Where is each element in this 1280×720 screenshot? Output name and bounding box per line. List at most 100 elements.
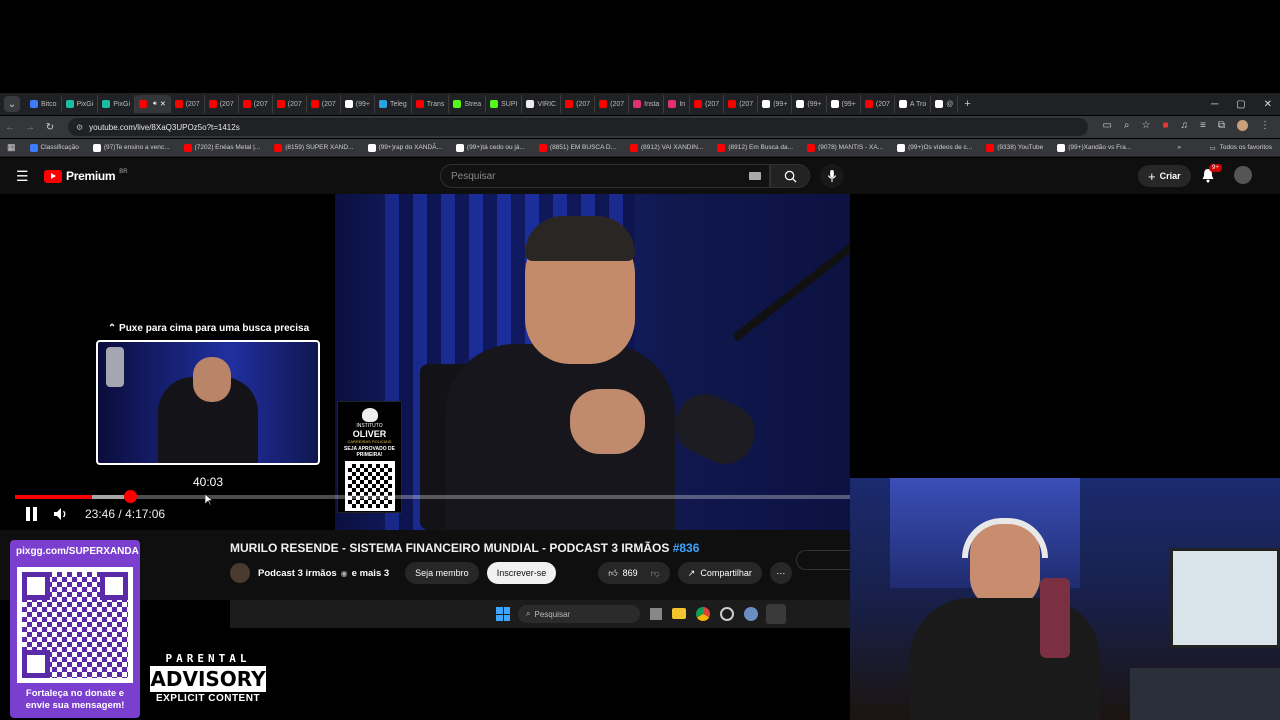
extension-icon[interactable]: ■ xyxy=(1162,120,1168,131)
tab[interactable]: (207 xyxy=(239,95,273,113)
tab[interactable]: (207 xyxy=(307,95,341,113)
tab[interactable]: (207 xyxy=(561,95,596,113)
tab[interactable]: (207 xyxy=(273,95,307,113)
bookmark-item[interactable]: (8912) VAI XANDIN... xyxy=(623,143,710,152)
bookmark-item[interactable]: (8159) SUPER XAND... xyxy=(267,143,360,152)
subscribe-button[interactable]: Inscrever-se xyxy=(486,562,557,584)
new-tab-button[interactable]: + xyxy=(964,98,970,110)
more-menu-icon[interactable]: ⋮ xyxy=(1260,120,1270,131)
progress-bar[interactable] xyxy=(15,495,850,499)
task-view-icon[interactable] xyxy=(650,608,662,620)
tab[interactable]: (207 xyxy=(595,95,630,113)
pause-button[interactable] xyxy=(26,507,37,521)
create-button[interactable]: + Criar xyxy=(1138,165,1191,187)
bookmark-item[interactable]: (8851) EM BUSCA D... xyxy=(532,143,623,152)
tab[interactable]: (207 xyxy=(724,95,759,113)
tab[interactable]: Strea xyxy=(449,95,487,113)
share-button[interactable]: ↗ Compartilhar xyxy=(677,562,762,584)
more-bookmarks-icon[interactable]: » xyxy=(1170,144,1188,151)
bookmark-item[interactable]: (9338) YouTube xyxy=(979,143,1050,152)
bookmark-item[interactable]: (99+)rap do XANDÃ... xyxy=(361,143,449,152)
zoom-icon[interactable]: ⌕ xyxy=(1124,120,1130,131)
chrome-icon[interactable] xyxy=(696,607,710,621)
minimize-icon[interactable]: ─ xyxy=(1211,99,1218,110)
tab-close-icon[interactable]: ✕ xyxy=(160,100,166,108)
tab-active[interactable]: 🔊︎ ✕ xyxy=(135,95,171,113)
tab[interactable]: @ xyxy=(931,95,959,113)
bookmark-item[interactable]: (8912) Em Busca da... xyxy=(710,143,800,152)
tab[interactable]: (207 xyxy=(171,95,205,113)
address-bar[interactable]: ⚙ youtube.com/live/8XaQ3UPOz5o?t=1412s xyxy=(68,118,1088,136)
keyboard-icon[interactable] xyxy=(749,172,761,180)
file-explorer-icon[interactable] xyxy=(672,608,686,619)
tab-media-icon[interactable]: ♫ xyxy=(1181,120,1189,131)
tab[interactable]: (99+ xyxy=(827,95,861,113)
tab[interactable]: (207 xyxy=(861,95,895,113)
bookmark-item[interactable]: Classificação xyxy=(23,143,86,152)
menu-bars-icon[interactable]: ≡ xyxy=(1200,120,1206,131)
profile-avatar[interactable] xyxy=(1237,120,1248,131)
notifications-button[interactable]: 9+ xyxy=(1201,164,1222,188)
channel-avatar[interactable] xyxy=(230,563,250,583)
tab-favicon-icon xyxy=(728,100,737,108)
bookmark-star-icon[interactable]: ☆ xyxy=(1142,120,1151,131)
back-icon[interactable]: ← xyxy=(0,122,20,133)
dislike-icon[interactable]: 👎︎ xyxy=(651,568,660,579)
channel-collaborators[interactable]: e mais 3 xyxy=(352,568,390,579)
bookmark-item[interactable]: (97)Te ensino a venc... xyxy=(86,143,177,152)
search-button[interactable] xyxy=(770,164,810,188)
join-button[interactable]: Seja membro xyxy=(405,562,479,584)
tab[interactable]: PixGi xyxy=(98,95,136,113)
bookmark-item[interactable]: (99+)Xandão vs Fra... xyxy=(1050,143,1138,152)
apps-grid-icon[interactable]: ▦ xyxy=(0,142,23,153)
tab[interactable]: (99+ xyxy=(341,95,375,113)
tab-label: (207 xyxy=(287,100,302,108)
bookmark-item[interactable]: (7202) Enéas Metal |... xyxy=(177,143,268,152)
channel-name[interactable]: Podcast 3 irmãos xyxy=(258,568,337,579)
extensions-puzzle-icon[interactable]: ⧉ xyxy=(1218,120,1225,131)
reload-icon[interactable]: ↻ xyxy=(40,122,60,133)
bookmark-item[interactable]: (9078) MANTIS - XA... xyxy=(800,143,890,152)
tab[interactable]: (99+ xyxy=(792,95,827,113)
windows-start-icon[interactable] xyxy=(496,607,510,621)
bookmark-item[interactable]: (99+)tá cedo ou já... xyxy=(449,143,532,152)
tab-search-icon[interactable]: ⌄ xyxy=(4,96,20,112)
steam-icon[interactable] xyxy=(766,604,786,624)
tab[interactable]: (207 xyxy=(205,95,239,113)
tab[interactable]: (207 xyxy=(690,95,725,113)
tab[interactable]: Teleg xyxy=(375,95,412,113)
youtube-logo[interactable]: Premium BR xyxy=(44,169,128,183)
progress-scrubber[interactable] xyxy=(124,490,137,503)
like-button[interactable]: 👍︎ 869 👎︎ xyxy=(598,562,670,584)
forward-icon[interactable]: → xyxy=(20,122,40,133)
volume-icon[interactable] xyxy=(53,507,69,521)
tab[interactable]: SUPI xyxy=(486,95,523,113)
bookmark-item[interactable]: (99+)Os vídeos de c... xyxy=(890,143,979,152)
maximize-icon[interactable]: ▢ xyxy=(1236,99,1245,110)
cast-icon[interactable]: ▭ xyxy=(1102,120,1111,131)
settings-icon[interactable] xyxy=(744,607,758,621)
search-input[interactable]: Pesquisar xyxy=(440,164,770,188)
tab[interactable]: (99+ xyxy=(758,95,793,113)
bookmark-favicon-icon xyxy=(455,143,464,152)
site-info-icon[interactable]: ⚙ xyxy=(76,123,83,132)
tab[interactable]: Bitco xyxy=(26,95,62,113)
account-avatar[interactable] xyxy=(1234,166,1252,184)
taskbar-search[interactable]: ⌕ Pesquisar xyxy=(518,605,640,623)
tab[interactable]: Trans xyxy=(412,95,450,113)
tab[interactable]: VIRIC xyxy=(522,95,562,113)
more-actions-button[interactable]: ⋯ xyxy=(769,562,792,584)
tab-label: (207 xyxy=(739,100,754,108)
app-icon[interactable] xyxy=(720,607,734,621)
all-bookmarks[interactable]: ▭ Todos os favoritos xyxy=(1209,144,1272,152)
tab[interactable]: Insta xyxy=(629,95,665,113)
tab-audio-icon[interactable]: 🔊︎ xyxy=(153,101,157,108)
hamburger-menu-icon[interactable]: ☰ xyxy=(16,168,29,185)
tab-label: (99+ xyxy=(807,100,822,108)
tab[interactable]: In xyxy=(664,95,691,113)
video-hashtag[interactable]: #836 xyxy=(673,541,700,555)
tab[interactable]: PixGi xyxy=(62,95,99,113)
tab[interactable]: A Tro xyxy=(895,95,932,113)
close-window-icon[interactable]: ✕ xyxy=(1264,99,1272,110)
voice-search-button[interactable] xyxy=(820,164,844,188)
